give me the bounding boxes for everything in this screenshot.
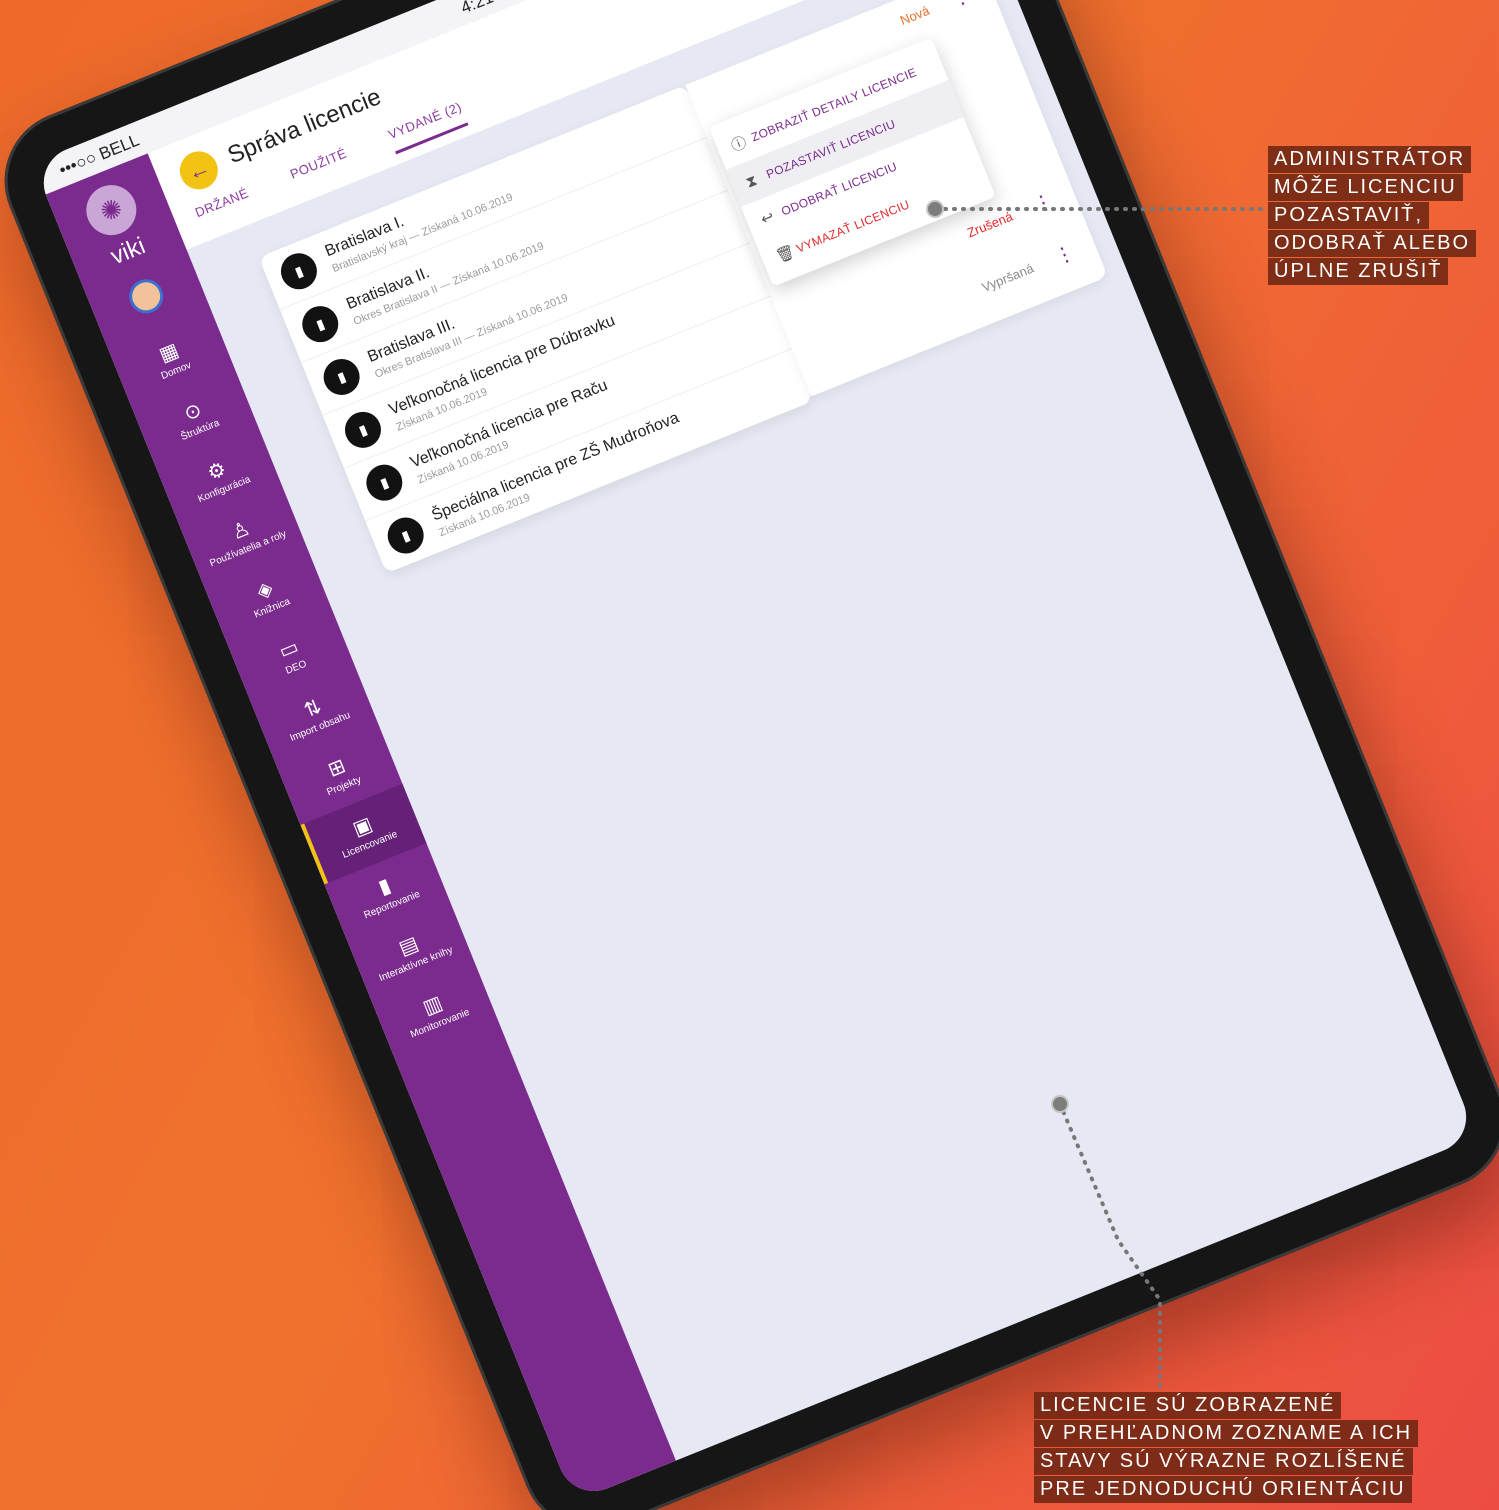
callout-dot-top bbox=[926, 200, 944, 218]
callout-line: MÔŽE LICENCIU bbox=[1268, 174, 1463, 201]
callout-line: POZASTAVIŤ, bbox=[1268, 202, 1430, 229]
stage: •••○○ BELL 4:21 PM ✺ viki ▦ Domov ⊙ Štru… bbox=[0, 0, 1499, 1510]
callout-line: STAVY SÚ VÝRAZNE ROZLÍŠENÉ bbox=[1034, 1448, 1413, 1475]
callout-bottom: LICENCIE SÚ ZOBRAZENÉ V PREHĽADNOM ZOZNA… bbox=[1034, 1392, 1419, 1504]
callout-dot-bottom bbox=[1051, 1095, 1069, 1113]
leader-line-bottom bbox=[1058, 1102, 1162, 1394]
callout-line: V PREHĽADNOM ZOZNAME A ICH bbox=[1034, 1420, 1419, 1447]
callout-line: ÚPLNE ZRUŠIŤ bbox=[1268, 258, 1449, 285]
callout-line: ADMINISTRÁTOR bbox=[1268, 146, 1472, 173]
callout-top: ADMINISTRÁTOR MÔŽE LICENCIU POZASTAVIŤ, … bbox=[1268, 146, 1477, 286]
callout-line: LICENCIE SÚ ZOBRAZENÉ bbox=[1034, 1392, 1342, 1419]
callout-line: ODOBRAŤ ALEBO bbox=[1268, 230, 1477, 257]
callout-line: PRE JEDNODUCHÚ ORIENTÁCIU bbox=[1034, 1476, 1412, 1503]
